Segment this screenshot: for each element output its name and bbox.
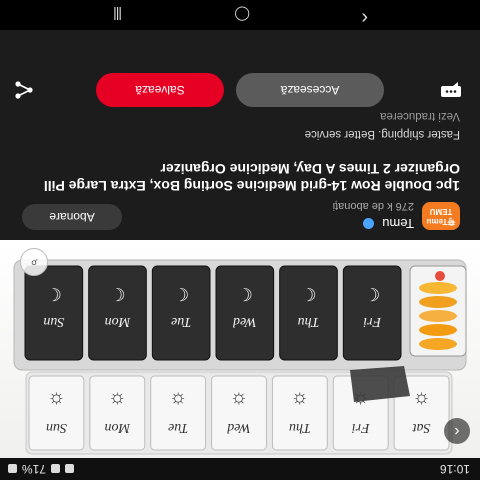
- pin-details: 夸Temu TEMU Temu 276 k de abonați Abonare…: [0, 30, 480, 240]
- nav-back-button[interactable]: ‹: [361, 7, 368, 29]
- pill-organizer-illustration: ☼Sat☼Fri☼Thu☼Wed☼Tue☼Mon☼Sun ☾Fri☾Thu☾We…: [13, 259, 467, 455]
- top-day-label: Wed: [226, 420, 251, 435]
- save-button[interactable]: Salvează: [96, 73, 224, 107]
- visual-search-icon[interactable]: ⌕: [20, 248, 48, 276]
- top-compartment: [271, 375, 328, 451]
- bottom-compartment: [342, 265, 402, 361]
- sun-icon: ☼: [169, 389, 187, 411]
- back-arrow-button[interactable]: ‹: [444, 418, 470, 444]
- bottom-day-label: Fri: [363, 314, 382, 329]
- bottom-compartment: [151, 265, 211, 361]
- nav-home-button[interactable]: ◯: [234, 6, 250, 24]
- moon-icon: ☾: [109, 284, 125, 304]
- bottom-day-label: Wed: [232, 314, 257, 329]
- top-compartment: [150, 375, 207, 451]
- battery-percent: 71%: [22, 462, 47, 476]
- top-compartment: [89, 375, 146, 451]
- top-day-label: Mon: [104, 420, 131, 435]
- bottom-compartment: [24, 265, 84, 361]
- moon-icon: ☾: [237, 284, 253, 304]
- top-day-label: Sun: [46, 420, 67, 435]
- top-day-label: Thu: [289, 420, 311, 435]
- bottom-day-label: Mon: [105, 314, 132, 329]
- nav-recents-button[interactable]: |||: [114, 6, 122, 24]
- pin-title: 1pc Double Row 14-grid Medicine Sorting …: [43, 161, 460, 194]
- bottom-day-label: Sun: [43, 314, 64, 329]
- verified-badge-icon: [362, 217, 374, 229]
- sun-icon: ☼: [230, 389, 248, 411]
- action-bar: Accesează Salvează: [0, 73, 480, 107]
- bottom-compartment: [88, 265, 147, 361]
- bottom-day-label: Thu: [298, 314, 320, 329]
- subscribe-button[interactable]: Abonare: [22, 204, 122, 230]
- top-day-label: Sat: [412, 420, 431, 435]
- sun-icon: ☼: [412, 389, 430, 411]
- comment-icon[interactable]: [440, 81, 462, 99]
- sun-icon: ☼: [108, 389, 126, 411]
- sun-icon: ☼: [291, 389, 309, 411]
- bottom-compartment: [215, 265, 275, 361]
- seller-block[interactable]: 夸Temu TEMU Temu 276 k de abonați: [333, 200, 460, 232]
- moon-icon: ☾: [300, 284, 316, 304]
- logo-text-bottom: TEMU: [429, 207, 453, 216]
- bottom-compartment: [279, 265, 338, 361]
- phone-screen: 10:16 71% ☼Sat☼Fri☼Thu☼Wed☼Tue☼Mon☼Sun ☾…: [0, 0, 480, 480]
- subscriber-count: 276 k de abonați: [332, 200, 414, 212]
- navigation-bar: ‹ ◯ |||: [0, 0, 480, 30]
- share-icon[interactable]: [14, 80, 34, 100]
- top-day-label: Fri: [352, 420, 371, 435]
- sun-icon: ☼: [47, 389, 65, 411]
- seller-name[interactable]: Temu: [382, 216, 414, 231]
- status-bar: 10:16 71%: [0, 458, 480, 480]
- moon-icon: ☾: [364, 284, 380, 304]
- wifi-icon: [65, 464, 75, 474]
- logo-text-top: 夸Temu: [426, 217, 456, 226]
- product-image[interactable]: ☼Sat☼Fri☼Thu☼Wed☼Tue☼Mon☼Sun ☾Fri☾Thu☾We…: [0, 240, 480, 458]
- bottom-day-label: Tue: [171, 314, 191, 329]
- top-compartment: [28, 375, 85, 451]
- see-translation-link[interactable]: Vezi traducerea: [380, 110, 460, 122]
- moon-icon: ☾: [173, 284, 189, 304]
- signal-icon: [51, 464, 61, 474]
- battery-icon: [8, 464, 17, 474]
- temu-logo[interactable]: 夸Temu TEMU: [422, 202, 460, 230]
- pin-description: Faster shipping. Better service: [304, 128, 460, 140]
- top-day-label: Tue: [168, 420, 188, 435]
- status-time: 10:16: [439, 462, 470, 476]
- status-icons: 71%: [8, 462, 75, 476]
- top-compartment: [211, 375, 267, 451]
- moon-icon: ☾: [46, 284, 62, 304]
- visit-button[interactable]: Accesează: [236, 73, 384, 107]
